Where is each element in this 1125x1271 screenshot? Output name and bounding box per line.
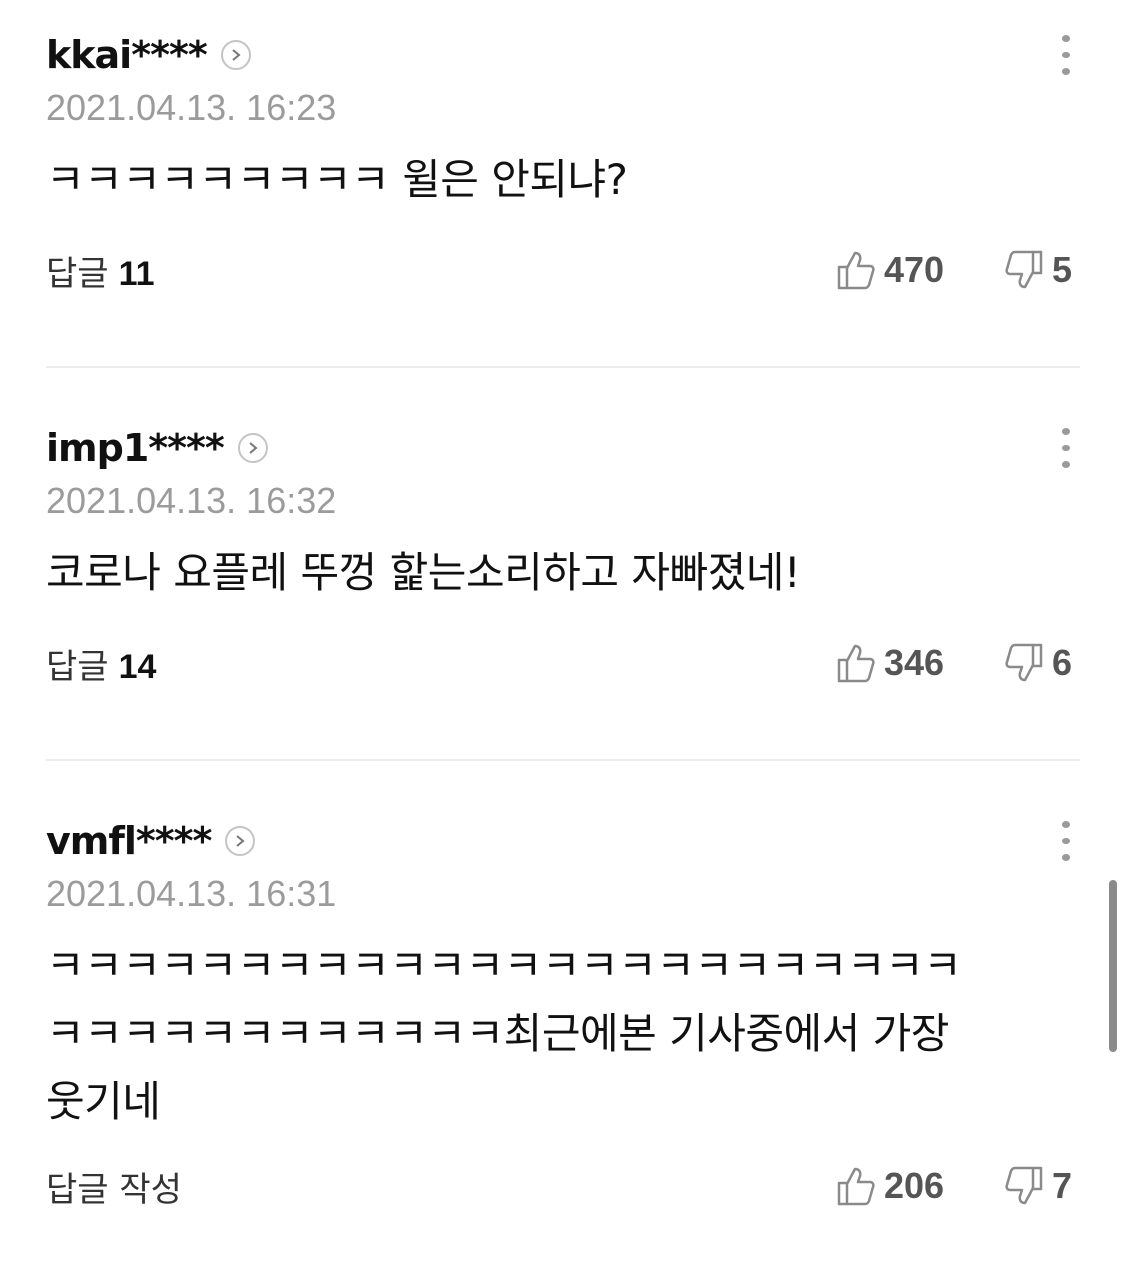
reply-button[interactable]: 답글 11 — [46, 246, 155, 295]
chevron-right-circle-icon[interactable] — [225, 826, 256, 856]
thumbs-down-icon — [1005, 250, 1043, 289]
scrollbar[interactable] — [1109, 880, 1117, 1052]
more-vertical-icon[interactable] — [1052, 30, 1080, 80]
comment-header: kkai**** — [46, 30, 1080, 80]
reply-button[interactable]: 답글 작성 — [46, 1162, 192, 1211]
comment-item: vmfl**** 2021.04.13. 16:31 ㅋㅋㅋㅋㅋㅋㅋㅋㅋㅋㅋㅋㅋ… — [46, 816, 1080, 1216]
comment-body-line: ㅋㅋㅋㅋㅋㅋㅋㅋㅋㅋㅋㅋㅋㅋㅋㅋㅋㅋㅋㅋㅋㅋㅋㅋ — [46, 941, 962, 990]
dislike-button[interactable]: 5 — [1004, 240, 1072, 300]
thumbs-up-icon — [837, 644, 875, 683]
more-vertical-icon[interactable] — [1052, 423, 1080, 473]
like-count: 470 — [884, 249, 945, 290]
like-button[interactable]: 346 — [836, 633, 944, 693]
comment-body-line: 웃기네 — [46, 1077, 161, 1126]
comment-body-line: ㅋㅋㅋㅋㅋㅋㅋㅋㅋ 윌은 안되냐? — [46, 155, 628, 204]
thumbs-up-icon — [837, 251, 875, 290]
comment-divider — [46, 759, 1080, 761]
reply-count: 11 — [118, 255, 155, 293]
comment-header: vmfl**** — [46, 816, 1080, 866]
dislike-count: 7 — [1052, 1165, 1073, 1206]
thumbs-down-icon — [1005, 643, 1043, 682]
thumbs-up-icon — [837, 1167, 875, 1206]
more-vertical-icon[interactable] — [1052, 816, 1080, 866]
comment-username[interactable]: imp1**** — [46, 426, 225, 470]
comment-item: imp1**** 2021.04.13. 16:32 코로나 요플레 뚜껑 핥는… — [46, 423, 1080, 693]
thumbs-down-icon — [1005, 1166, 1043, 1205]
comment-footer: 답글 14 346 6 — [46, 633, 1080, 693]
chevron-right-circle-icon[interactable] — [220, 40, 251, 70]
like-count: 206 — [884, 1165, 945, 1206]
comment-date: 2021.04.13. 16:23 — [46, 87, 337, 128]
reply-label: 답글 — [46, 647, 109, 687]
reply-button[interactable]: 답글 14 — [46, 639, 156, 688]
comment-date: 2021.04.13. 16:31 — [46, 873, 337, 914]
comment-footer: 답글 작성 206 7 — [46, 1156, 1080, 1216]
comment-header: imp1**** — [46, 423, 1080, 473]
comment-body: ㅋㅋㅋㅋㅋㅋㅋㅋㅋㅋㅋㅋㅋㅋㅋㅋㅋㅋㅋㅋㅋㅋㅋㅋ ㅋㅋㅋㅋㅋㅋㅋㅋㅋㅋㅋㅋ최근에… — [46, 932, 1080, 1136]
dislike-button[interactable]: 7 — [1004, 1156, 1072, 1216]
comment-footer: 답글 11 470 5 — [46, 240, 1080, 300]
comment-date: 2021.04.13. 16:32 — [46, 480, 337, 521]
comment-body: ㅋㅋㅋㅋㅋㅋㅋㅋㅋ 윌은 안되냐? — [46, 146, 1080, 214]
dislike-count: 5 — [1052, 249, 1073, 290]
comment-item: kkai**** 2021.04.13. 16:23 ㅋㅋㅋㅋㅋㅋㅋㅋㅋ 윌은 … — [46, 30, 1080, 300]
chevron-right-circle-icon[interactable] — [237, 433, 268, 463]
comment-username[interactable]: kkai**** — [46, 33, 208, 77]
reply-count: 14 — [118, 648, 157, 686]
reply-label: 답글 — [46, 254, 109, 294]
comment-body-line: ㅋㅋㅋㅋㅋㅋㅋㅋㅋㅋㅋㅋ최근에본 기사중에서 가장 — [46, 1009, 949, 1058]
comment-body: 코로나 요플레 뚜껑 핥는소리하고 자빠졌네! — [46, 539, 1080, 607]
like-button[interactable]: 206 — [836, 1156, 944, 1216]
dislike-count: 6 — [1052, 642, 1073, 683]
comment-username[interactable]: vmfl**** — [46, 819, 212, 863]
reply-label: 답글 작성 — [46, 1170, 182, 1210]
comment-divider — [46, 366, 1080, 368]
like-button[interactable]: 470 — [836, 240, 944, 300]
dislike-button[interactable]: 6 — [1004, 633, 1072, 693]
like-count: 346 — [884, 642, 945, 683]
comment-body-line: 코로나 요플레 뚜껑 핥는소리하고 자빠졌네! — [46, 548, 801, 597]
